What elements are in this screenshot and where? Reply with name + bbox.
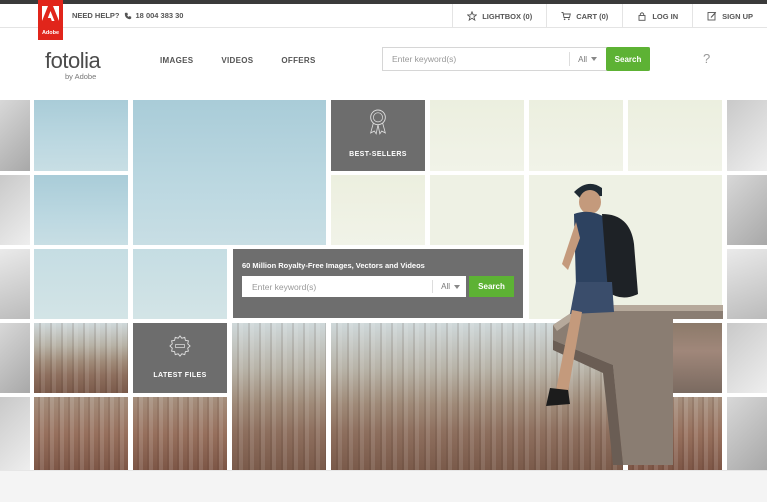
header-search-input[interactable] <box>383 49 570 69</box>
bestsellers-label: BEST-SELLERS <box>349 151 407 158</box>
main-nav: IMAGES VIDEOS OFFERS <box>160 56 316 65</box>
chevron-down-icon <box>454 284 460 289</box>
bestsellers-tile[interactable]: BEST-SELLERS <box>331 100 425 171</box>
logo-main: fotolia <box>45 48 101 73</box>
star-icon <box>467 11 478 21</box>
fotolia-logo[interactable]: fotolia by Adobe <box>45 48 101 82</box>
latest-files-label: LATEST FILES <box>153 372 207 379</box>
hiker-photo <box>546 183 638 406</box>
login-link[interactable]: LOG IN <box>622 4 692 28</box>
lock-icon <box>638 12 646 21</box>
thumb-sky[interactable] <box>133 249 227 319</box>
thumb-sky[interactable] <box>34 100 128 171</box>
thumb-gray[interactable] <box>727 397 767 470</box>
phone-icon <box>124 12 131 19</box>
lightbox-link[interactable]: LIGHTBOX (0) <box>452 4 546 28</box>
thumb-gray[interactable] <box>0 323 30 393</box>
thumb-pale[interactable] <box>331 175 425 245</box>
thumb-city[interactable] <box>34 323 128 393</box>
thumb-city[interactable] <box>34 397 128 470</box>
thumb-gray[interactable] <box>727 100 767 171</box>
header-filter-value: All <box>578 54 587 64</box>
cart-link[interactable]: CART (0) <box>546 4 622 28</box>
promo-filter-select[interactable]: All <box>432 280 466 293</box>
header-search: All Search <box>382 47 650 71</box>
logo-sub: by Adobe <box>65 72 97 81</box>
promo-title: 60 Million Royalty-Free Images, Vectors … <box>242 261 425 270</box>
thumb-city[interactable] <box>232 323 326 470</box>
thumb-gray[interactable] <box>727 249 767 319</box>
thumb-sky[interactable] <box>34 249 128 319</box>
thumb-sky-large[interactable] <box>133 100 326 245</box>
hero-mosaic: LATEST FILES BEST-SELLERS 60 Million Roy… <box>0 100 767 470</box>
cart-label: CART (0) <box>576 11 609 21</box>
chevron-down-icon <box>591 57 597 61</box>
signup-link[interactable]: SIGN UP <box>692 4 767 28</box>
adobe-a-icon <box>42 6 59 21</box>
nav-offers[interactable]: OFFERS <box>281 56 315 65</box>
thumb-gray[interactable] <box>727 175 767 245</box>
promo-search: All <box>242 276 466 297</box>
lightbox-label: LIGHTBOX (0) <box>482 11 533 21</box>
thumb-gray[interactable] <box>0 397 30 470</box>
latest-files-tile[interactable]: LATEST FILES <box>133 323 227 393</box>
help-question-icon[interactable]: ? <box>703 51 710 66</box>
help-label: NEED HELP? <box>72 11 120 20</box>
pencil-icon <box>707 11 717 21</box>
thumb-gray[interactable] <box>0 175 30 245</box>
new-badge-icon <box>169 335 191 357</box>
account-nav: LIGHTBOX (0) CART (0) LOG IN SIGN UP <box>452 4 767 28</box>
promo-filter-value: All <box>441 282 450 291</box>
site-header: fotolia by Adobe IMAGES VIDEOS OFFERS Al… <box>0 28 767 100</box>
header-filter-select[interactable]: All <box>569 52 603 66</box>
header-search-button[interactable]: Search <box>606 47 650 71</box>
promo-search-button[interactable]: Search <box>469 276 514 297</box>
help-contact: NEED HELP? 18 004 383 30 <box>72 11 183 20</box>
adobe-logo[interactable]: Adobe <box>38 0 63 40</box>
promo-search-panel: 60 Million Royalty-Free Images, Vectors … <box>233 249 523 318</box>
nav-images[interactable]: IMAGES <box>160 56 193 65</box>
thumb-pale[interactable] <box>529 100 623 171</box>
login-label: LOG IN <box>652 11 679 21</box>
thumb-gray[interactable] <box>0 249 30 319</box>
adobe-wordmark: Adobe <box>41 30 60 36</box>
thumb-city[interactable] <box>133 397 227 470</box>
thumb-gray[interactable] <box>0 100 30 171</box>
promo-search-input[interactable] <box>242 277 433 296</box>
signup-label: SIGN UP <box>722 11 753 21</box>
thumb-pale[interactable] <box>430 100 524 171</box>
page-bottom <box>0 470 767 502</box>
utility-bar: NEED HELP? 18 004 383 30 LIGHTBOX (0) CA… <box>0 4 767 28</box>
nav-videos[interactable]: VIDEOS <box>221 56 253 65</box>
thumb-pale[interactable] <box>628 100 722 171</box>
ribbon-badge-icon <box>370 109 386 135</box>
cart-icon <box>561 12 572 21</box>
thumb-gray[interactable] <box>727 323 767 393</box>
thumb-sky[interactable] <box>34 175 128 245</box>
help-phone[interactable]: 18 004 383 30 <box>136 11 184 20</box>
